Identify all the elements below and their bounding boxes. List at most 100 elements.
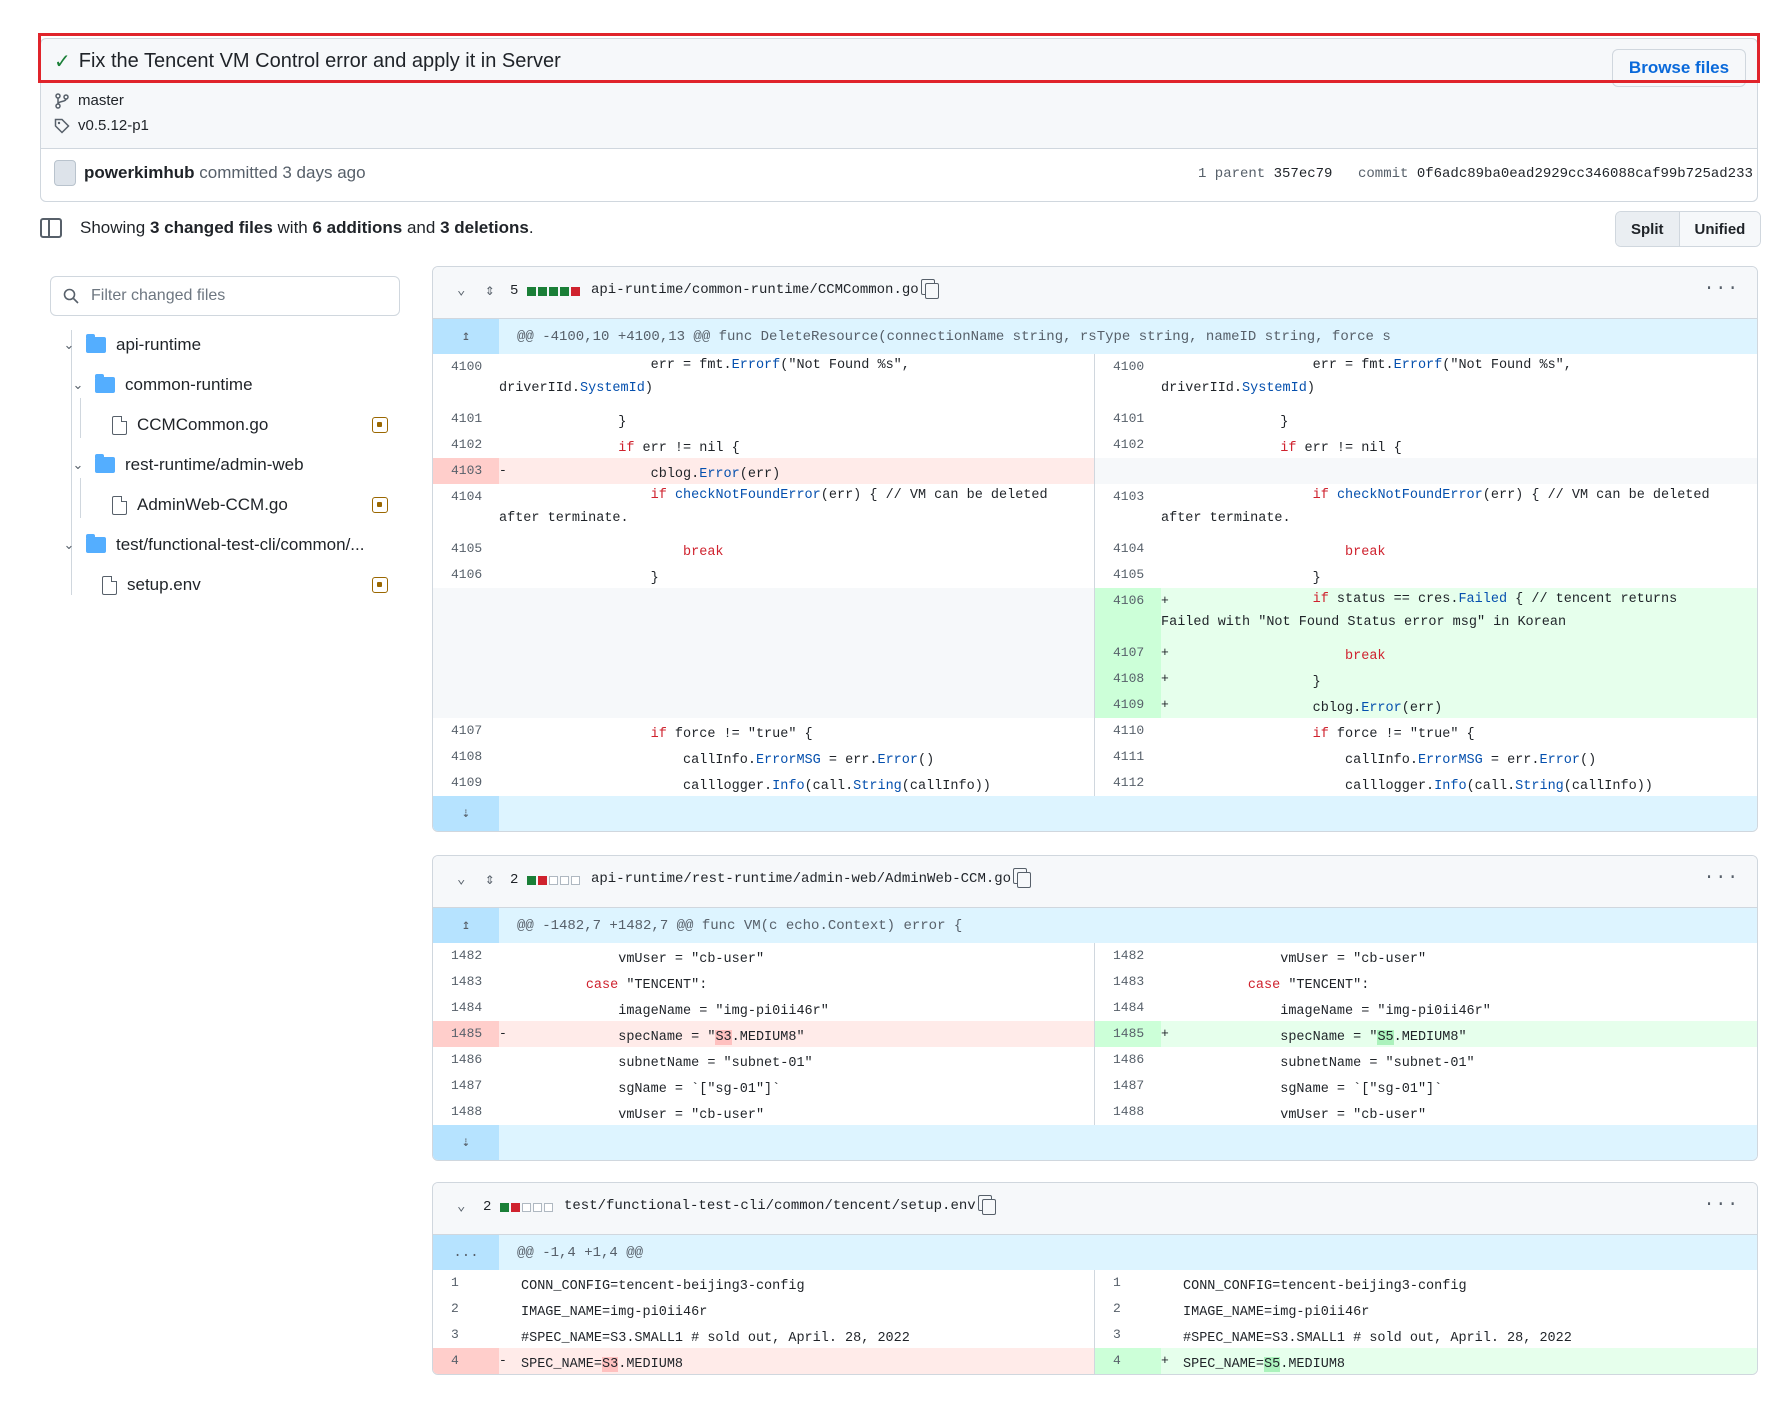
line-number[interactable]: 4106 (1095, 588, 1161, 640)
tree-folder-test[interactable]: ⌄ test/functional-test-cli/common/... (62, 533, 364, 557)
expand-icon[interactable]: ⇕ (485, 280, 495, 300)
expand-up-icon[interactable]: ↥ (433, 319, 499, 354)
parent-sha-link[interactable]: 357ec79 (1274, 166, 1333, 182)
line-number[interactable]: 1488 (433, 1099, 499, 1125)
line-number[interactable]: 4104 (433, 484, 499, 536)
chevron-down-icon[interactable]: ⌄ (457, 1198, 465, 1215)
line-number[interactable]: 4103 (433, 458, 499, 484)
line-number[interactable]: 4101 (433, 406, 499, 432)
copy-icon[interactable] (921, 279, 939, 299)
line-number[interactable]: 1 (1095, 1270, 1161, 1296)
tree-file-adminweb[interactable]: AdminWeb-CCM.go (112, 493, 288, 517)
line-number[interactable]: 4 (1095, 1348, 1161, 1374)
code-block: CONN_CONFIG=tencent-beijing3-config (521, 1270, 805, 1296)
unified-view-button[interactable]: Unified (1679, 212, 1761, 246)
parent-info: 1 parent 357ec79 (1198, 166, 1332, 182)
copy-icon[interactable] (1013, 868, 1031, 888)
line-number[interactable]: 4109 (1095, 692, 1161, 718)
line-number[interactable]: 4100 (433, 354, 499, 406)
line-number[interactable]: 1482 (1095, 943, 1161, 969)
line-number[interactable]: 3 (433, 1322, 499, 1348)
line-number[interactable]: 4111 (1095, 744, 1161, 770)
tag-name: v0.5.12-p1 (78, 117, 149, 134)
code-line: if status == cres.Failed { // tencent re… (1312, 592, 1678, 607)
tree-file-ccmcommon[interactable]: CCMCommon.go (112, 413, 268, 437)
line-number[interactable]: 4108 (1095, 666, 1161, 692)
expand-down-icon[interactable]: ⇣ (433, 796, 499, 831)
line-number[interactable]: 1 (433, 1270, 499, 1296)
line-number[interactable]: 3 (1095, 1322, 1161, 1348)
diff-row: 1488 vmUser = "cb-user" 1488 vmUser = "cb… (433, 1099, 1757, 1125)
code-block: vmUser = "cb-user" (521, 943, 764, 969)
line-number[interactable]: 1482 (433, 943, 499, 969)
line-number[interactable]: 1483 (1095, 969, 1161, 995)
expand-up-icon[interactable]: ↥ (433, 908, 499, 943)
right-line: 4102 if err != nil { (1095, 432, 1757, 458)
line-number[interactable]: 2 (433, 1296, 499, 1322)
hunk-footer: ⇣ (433, 1125, 1757, 1160)
change-count: 2 (483, 1199, 492, 1215)
branch-name: master (78, 92, 124, 109)
file-path[interactable]: api-runtime/common-runtime/CCMCommon.go (591, 282, 919, 298)
line-number[interactable]: 1484 (1095, 995, 1161, 1021)
chevron-down-icon[interactable]: ⌄ (457, 282, 465, 299)
file-path[interactable]: test/functional-test-cli/common/tencent/… (564, 1198, 976, 1214)
line-number[interactable]: 4104 (1095, 536, 1161, 562)
more-icon[interactable]: ··· (1704, 1195, 1739, 1215)
line-number[interactable]: 2 (1095, 1296, 1161, 1322)
code-block: vmUser = "cb-user" (1183, 943, 1426, 969)
expand-icon[interactable]: ⇕ (485, 869, 495, 889)
more-icon[interactable]: ··· (1704, 868, 1739, 888)
line-number[interactable]: 4108 (433, 744, 499, 770)
line-number[interactable]: 1488 (1095, 1099, 1161, 1125)
line-number[interactable]: 4102 (1095, 432, 1161, 458)
right-line: 4111 callInfo.ErrorMSG = err.Error() (1095, 744, 1757, 770)
tree-file-setup-env[interactable]: setup.env (102, 573, 201, 597)
line-number[interactable]: 4112 (1095, 770, 1161, 796)
line-number[interactable]: 4 (433, 1348, 499, 1374)
line-number[interactable]: 4103 (1095, 484, 1161, 536)
tree-label: test/functional-test-cli/common/... (116, 535, 365, 554)
copy-icon[interactable] (978, 1195, 996, 1215)
right-line: 1 CONN_CONFIG=tencent-beijing3-config (1095, 1270, 1757, 1296)
line-number[interactable]: 4109 (433, 770, 499, 796)
split-view-button[interactable]: Split (1616, 212, 1680, 246)
line-number[interactable]: 4107 (1095, 640, 1161, 666)
line-number[interactable]: 1487 (433, 1073, 499, 1099)
line-number[interactable]: 4105 (1095, 562, 1161, 588)
line-number[interactable]: 4102 (433, 432, 499, 458)
chevron-down-icon[interactable]: ⌄ (457, 871, 465, 888)
line-number[interactable]: 4105 (433, 536, 499, 562)
tree-folder-rest-runtime[interactable]: ⌄ rest-runtime/admin-web (71, 453, 304, 477)
filter-files-input[interactable]: Filter changed files (50, 276, 400, 316)
more-icon[interactable]: ··· (1704, 279, 1739, 299)
line-number[interactable]: 1486 (433, 1047, 499, 1073)
diff-marker (499, 562, 521, 588)
diffstat-block (544, 1203, 553, 1212)
author-name[interactable]: powerkimhub (84, 163, 195, 182)
line-number[interactable]: 1485 (433, 1021, 499, 1047)
diff-marker (499, 1073, 521, 1099)
line-number[interactable]: 4110 (1095, 718, 1161, 744)
expand-down-icon[interactable]: ⇣ (433, 1125, 499, 1160)
code-line: vmUser = "cb-user" (1183, 952, 1427, 967)
avatar[interactable] (54, 160, 76, 186)
line-number[interactable]: 4100 (1095, 354, 1161, 406)
tree-folder-common-runtime[interactable]: ⌄ common-runtime (71, 373, 253, 397)
tag-ref[interactable]: v0.5.12-p1 (54, 117, 149, 134)
line-number[interactable]: 1485 (1095, 1021, 1161, 1047)
code-line: SPEC_NAME=S3.MEDIUM8 (521, 1357, 684, 1372)
line-number[interactable]: 1487 (1095, 1073, 1161, 1099)
diff-marker (499, 770, 521, 796)
line-number[interactable]: 4101 (1095, 406, 1161, 432)
file-path[interactable]: api-runtime/rest-runtime/admin-web/Admin… (591, 871, 1011, 887)
line-number[interactable]: 1486 (1095, 1047, 1161, 1073)
file-tree-toggle-icon[interactable] (40, 218, 62, 238)
branch-ref[interactable]: master (54, 92, 124, 109)
line-number[interactable]: 1484 (433, 995, 499, 1021)
line-number[interactable]: 1483 (433, 969, 499, 995)
tree-folder-api-runtime[interactable]: ⌄ api-runtime (62, 333, 201, 357)
expand-up-icon[interactable]: ... (433, 1235, 499, 1270)
line-number[interactable]: 4107 (433, 718, 499, 744)
line-number[interactable]: 4106 (433, 562, 499, 588)
